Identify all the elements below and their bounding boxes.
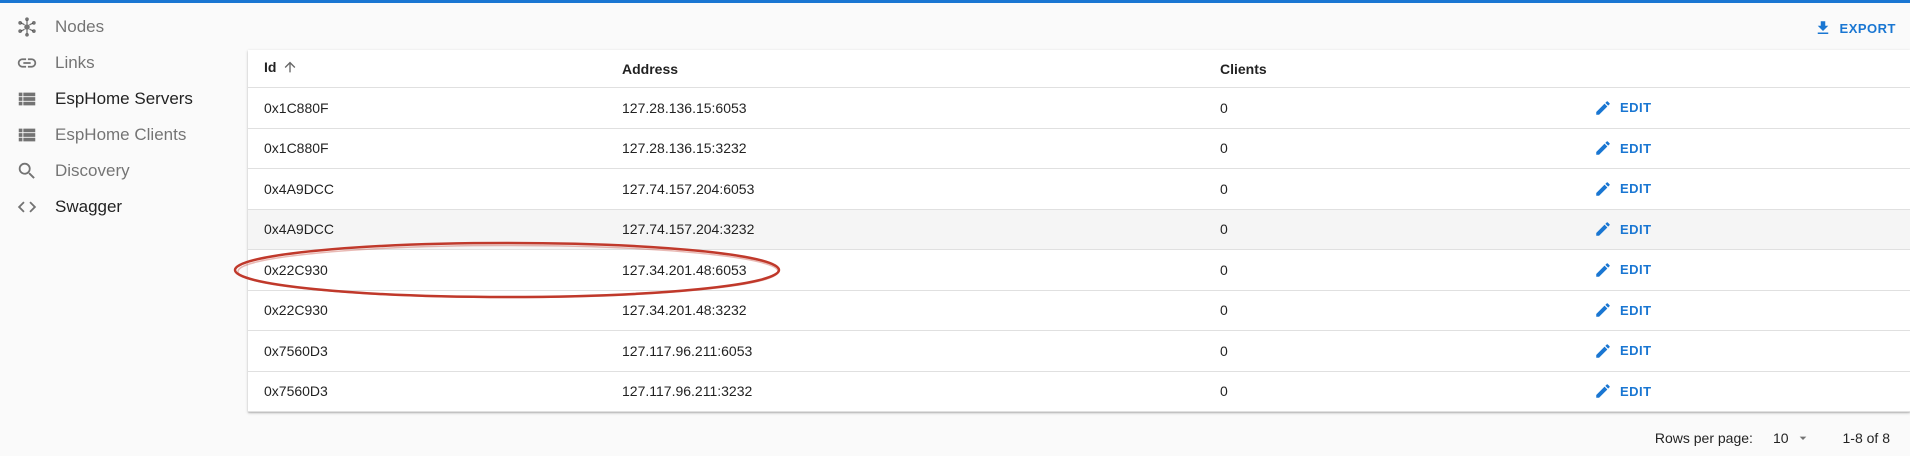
hub-icon (15, 15, 39, 39)
cell-address: 127.28.136.15:6053 (622, 99, 747, 116)
cell-address: 127.74.157.204:6053 (622, 180, 755, 197)
edit-label: EDIT (1620, 383, 1652, 399)
cell-clients: 0 (1220, 261, 1228, 278)
table-row[interactable]: 0x1C880F 127.28.136.15:6053 0 EDIT (248, 88, 1910, 129)
edit-button[interactable]: EDIT (1590, 338, 1656, 364)
cell-id: 0x7560D3 (264, 383, 328, 400)
column-header-id-label: Id (264, 59, 277, 76)
table-row[interactable]: 0x7560D3 127.117.96.211:3232 0 EDIT (248, 372, 1910, 412)
cell-clients: 0 (1220, 383, 1228, 400)
link-icon (15, 51, 39, 75)
pencil-icon (1596, 303, 1610, 317)
sidebar-item-swagger[interactable]: Swagger (0, 189, 245, 225)
pencil-icon (1596, 181, 1610, 196)
table-header-row: Id Address Clients (248, 50, 1910, 88)
download-icon (1817, 21, 1828, 34)
sidebar-item-discovery[interactable]: Discovery (0, 153, 245, 189)
pagination-range: 1-8 of 8 (1842, 430, 1890, 446)
cell-clients: 0 (1220, 99, 1228, 116)
cell-address: 127.74.157.204:3232 (622, 221, 755, 238)
cell-address: 127.117.96.211:3232 (622, 383, 753, 400)
rows-per-page-value: 10 (1772, 430, 1789, 446)
cell-clients: 0 (1220, 342, 1228, 359)
cell-id: 0x1C880F (264, 99, 329, 116)
cell-clients: 0 (1220, 221, 1228, 238)
table-row[interactable]: 0x1C880F 127.28.136.15:3232 0 EDIT (248, 129, 1910, 169)
cell-id: 0x1C880F (264, 140, 329, 157)
sidebar-item-nodes[interactable]: Nodes (0, 9, 245, 45)
edit-label: EDIT (1620, 181, 1652, 197)
cell-clients: 0 (1220, 302, 1228, 319)
sidebar-item-label: Swagger (55, 197, 123, 216)
rows-per-page-select[interactable]: 10 (1769, 428, 1815, 448)
pencil-icon (1596, 100, 1610, 115)
sidebar-item-label: EspHome Clients (55, 125, 187, 144)
dropdown-arrow-icon (1799, 436, 1806, 440)
edit-button[interactable]: EDIT (1590, 135, 1656, 161)
cell-clients: 0 (1220, 180, 1228, 197)
sidebar-item-esphome-clients[interactable]: EspHome Clients (0, 117, 245, 153)
export-button[interactable]: EXPORT (1808, 14, 1902, 42)
pencil-icon (1596, 262, 1610, 277)
table-row[interactable]: 0x4A9DCC 127.74.157.204:6053 0 EDIT (248, 169, 1910, 210)
edit-label: EDIT (1620, 221, 1652, 237)
edit-label: EDIT (1620, 140, 1652, 156)
top-accent-bar (0, 0, 1910, 3)
cell-id: 0x22C930 (264, 261, 328, 278)
rows-per-page-label: Rows per page: (1654, 430, 1753, 446)
list-icon (15, 123, 39, 147)
pencil-icon (1596, 384, 1610, 398)
edit-label: EDIT (1620, 262, 1652, 278)
sidebar-item-label: EspHome Servers (55, 89, 193, 108)
cell-id: 0x4A9DCC (264, 221, 335, 238)
cell-address: 127.34.201.48:6053 (622, 261, 747, 278)
code-icon (15, 195, 39, 219)
list-icon (15, 87, 39, 111)
edit-label: EDIT (1620, 302, 1652, 318)
pencil-icon (1596, 222, 1610, 236)
column-header-clients[interactable]: Clients (1220, 61, 1267, 77)
sort-ascending-icon[interactable] (282, 59, 298, 78)
table-row[interactable]: 0x22C930 127.34.201.48:6053 0 EDIT (248, 250, 1910, 291)
pencil-icon (1596, 343, 1610, 358)
edit-button[interactable]: EDIT (1590, 378, 1656, 404)
column-header-address[interactable]: Address (622, 61, 678, 77)
sidebar-item-esphome-servers[interactable]: EspHome Servers (0, 81, 245, 117)
edit-label: EDIT (1620, 100, 1652, 116)
search-icon (15, 159, 39, 183)
table-row[interactable]: 0x22C930 127.34.201.48:3232 0 EDIT (248, 291, 1910, 331)
sidebar-item-label: Nodes (55, 17, 105, 36)
edit-button[interactable]: EDIT (1590, 176, 1656, 202)
edit-button[interactable]: EDIT (1590, 95, 1656, 121)
cell-id: 0x7560D3 (264, 342, 328, 359)
cell-id: 0x4A9DCC (264, 180, 335, 197)
edit-button[interactable]: EDIT (1590, 216, 1656, 242)
cell-address: 127.117.96.211:6053 (622, 342, 753, 359)
edit-button[interactable]: EDIT (1590, 257, 1656, 283)
cell-clients: 0 (1220, 140, 1228, 157)
export-label: EXPORT (1839, 20, 1896, 36)
column-header-id[interactable]: Id (264, 59, 298, 78)
table-row[interactable]: 0x7560D3 127.117.96.211:6053 0 EDIT (248, 331, 1910, 372)
cell-id: 0x22C930 (264, 302, 328, 319)
sidebar-item-links[interactable]: Links (0, 45, 245, 81)
servers-table: Id Address Clients 0x1C880F 127.28.136.1… (248, 50, 1910, 412)
edit-button[interactable]: EDIT (1590, 297, 1656, 323)
table-row[interactable]: 0x4A9DCC 127.74.157.204:3232 0 EDIT (248, 209, 1910, 250)
sidebar: Nodes Links EspHome Servers EspHome Clie… (0, 9, 245, 225)
sidebar-item-label: Links (55, 53, 95, 72)
edit-label: EDIT (1620, 343, 1652, 359)
table-pagination: Rows per page: 10 1-8 of 8 (1310, 420, 1910, 456)
cell-address: 127.28.136.15:3232 (622, 140, 747, 157)
sidebar-item-label: Discovery (55, 161, 130, 180)
pencil-icon (1596, 141, 1610, 155)
cell-address: 127.34.201.48:3232 (622, 302, 747, 319)
